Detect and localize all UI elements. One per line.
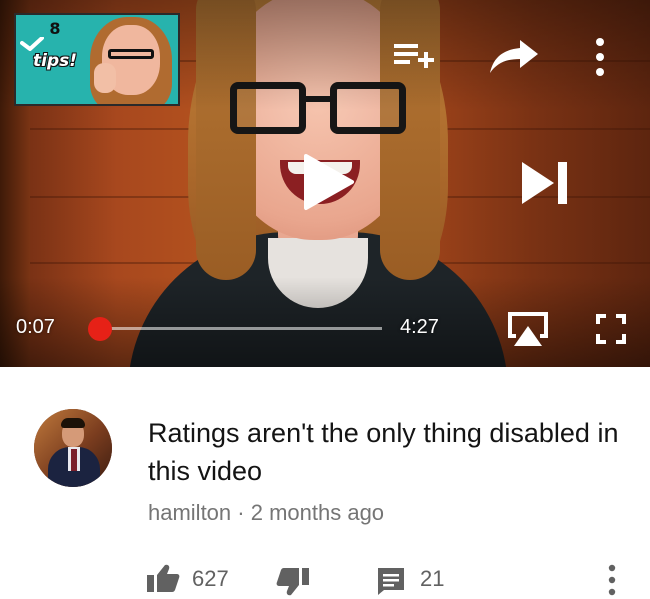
comment-author[interactable]: hamilton: [148, 500, 231, 525]
reply-icon[interactable]: [376, 566, 406, 596]
scrubber-handle[interactable]: [88, 317, 112, 341]
add-to-queue-icon[interactable]: [392, 40, 438, 76]
more-vert-icon[interactable]: [588, 34, 612, 80]
fullscreen-icon[interactable]: [596, 314, 626, 344]
progress-track[interactable]: [100, 327, 382, 330]
skip-next-icon[interactable]: [520, 158, 570, 208]
like-count: 627: [192, 566, 229, 591]
thumbnail-badge: 8 tips!: [20, 21, 90, 71]
more-vert-icon[interactable]: [604, 563, 620, 597]
checkmark-icon: [20, 37, 44, 51]
play-icon[interactable]: [300, 152, 356, 212]
share-icon[interactable]: [488, 36, 540, 76]
thumbnail-number: 8: [49, 19, 61, 38]
thumbs-down-icon[interactable]: [276, 567, 310, 597]
current-time: 0:07: [16, 316, 55, 338]
thumbnail-label: tips!: [33, 51, 77, 71]
comment-time: 2 months ago: [250, 500, 385, 525]
video-thumbnail[interactable]: 8 tips!: [14, 13, 180, 106]
comment-meta: hamilton · 2 months ago: [148, 500, 384, 526]
total-time: 4:27: [400, 316, 439, 338]
reply-count: 21: [420, 566, 445, 591]
video-player[interactable]: 8 tips! 0:07 4:27: [0, 0, 650, 367]
thumbs-up-icon[interactable]: [146, 563, 180, 593]
comment-text: Ratings aren't the only thing disabled i…: [148, 418, 619, 486]
avatar[interactable]: [34, 409, 112, 487]
meta-separator: ·: [237, 500, 245, 525]
airplay-icon[interactable]: [504, 310, 552, 350]
